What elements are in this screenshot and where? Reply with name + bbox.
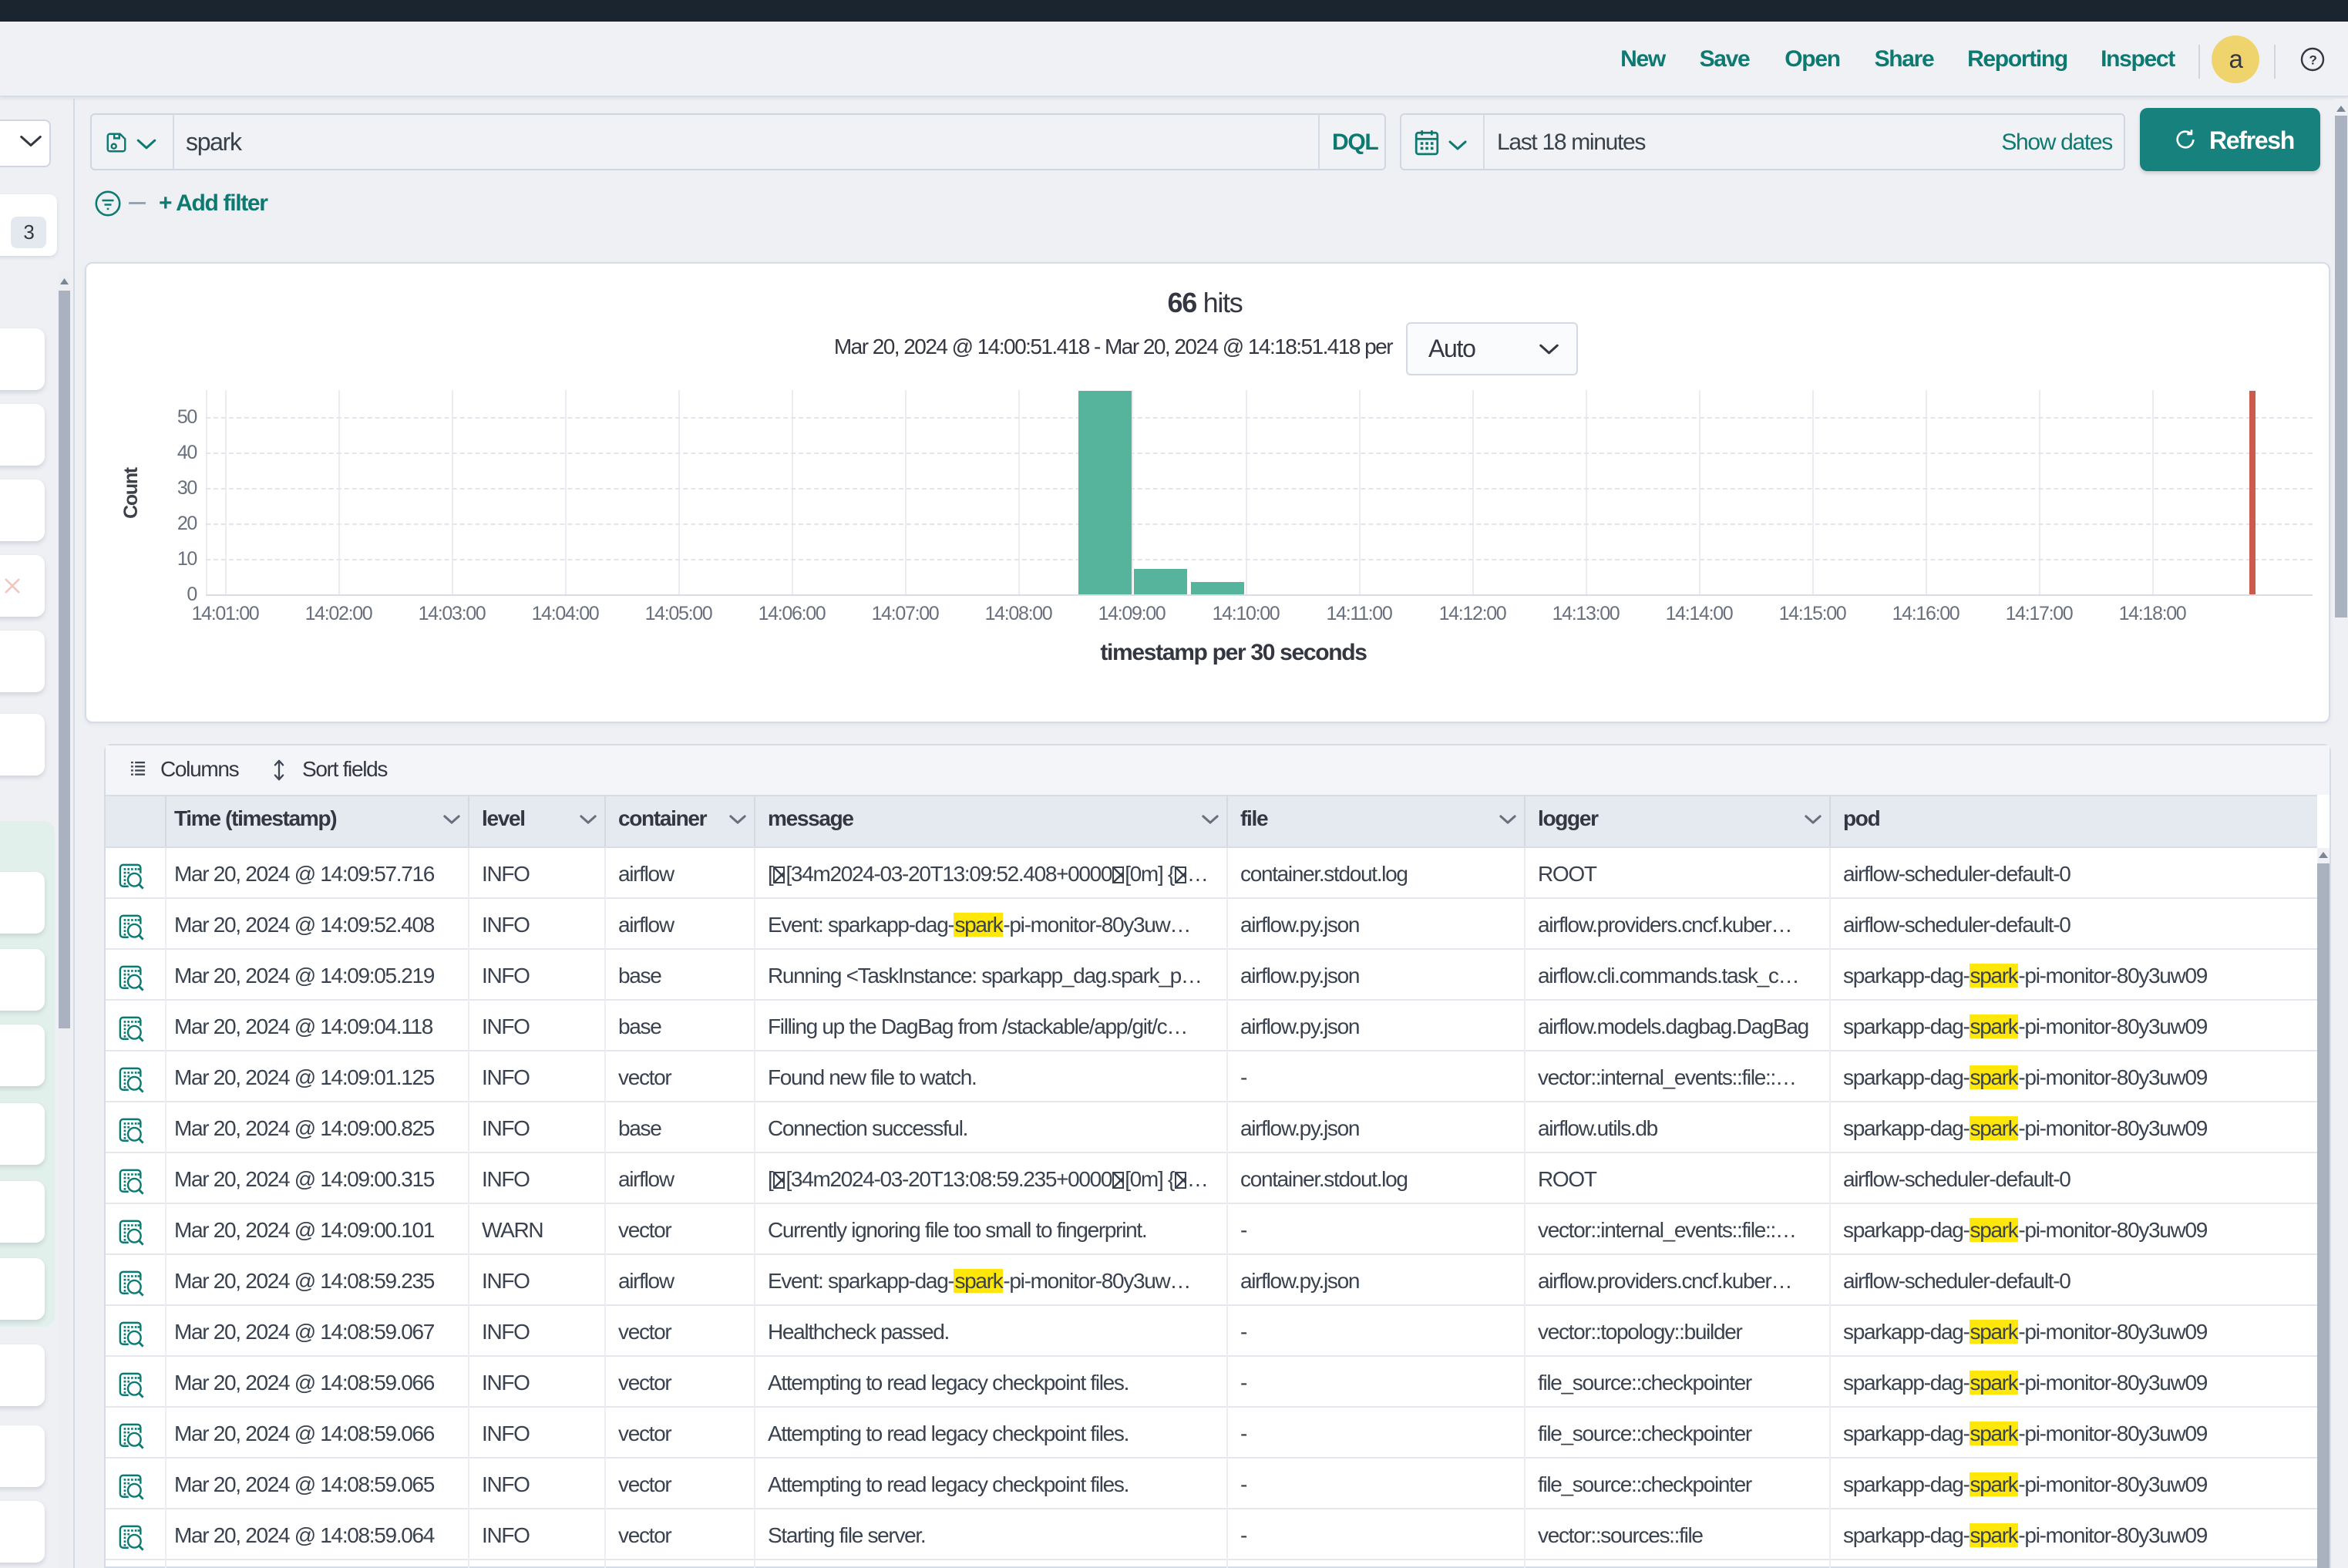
svg-text:?: ?: [2309, 53, 2316, 68]
